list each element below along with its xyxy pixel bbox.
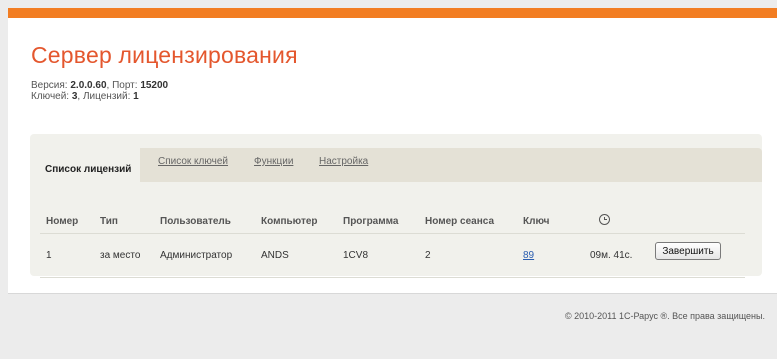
version-label: Версия: xyxy=(31,80,68,91)
tab-settings[interactable]: Настройка xyxy=(319,156,368,167)
footer-divider xyxy=(8,293,777,294)
column-header-number: Номер xyxy=(46,216,79,227)
tab-bar: Список лицензий Список ключей Функции На… xyxy=(30,144,762,182)
top-accent-bar xyxy=(8,8,777,18)
column-header-user: Пользователь xyxy=(160,216,231,227)
page-title: Сервер лицензирования xyxy=(31,42,298,68)
cell-number: 1 xyxy=(46,250,52,261)
column-header-key: Ключ xyxy=(523,216,550,227)
keys-label: Ключей: xyxy=(31,91,70,102)
cell-duration: 09м. 41с. xyxy=(590,250,633,261)
header-divider xyxy=(40,233,745,234)
cell-user: Администратор xyxy=(160,250,233,261)
column-header-program: Программа xyxy=(343,216,399,227)
column-header-computer: Компьютер xyxy=(261,216,318,227)
cell-program: 1CV8 xyxy=(343,250,369,261)
server-info-line: Версия: 2.0.0.60, Порт: 15200 xyxy=(31,80,169,91)
cell-computer: ANDS xyxy=(261,250,289,261)
clock-icon xyxy=(599,214,610,225)
cell-type: за место xyxy=(100,250,141,261)
version-value: 2.0.0.60 xyxy=(70,80,107,91)
finish-session-button[interactable]: Завершить xyxy=(655,242,721,260)
row-divider xyxy=(40,277,745,278)
tab-license-list-label: Список лицензий xyxy=(45,164,132,175)
port-value: 15200 xyxy=(140,80,169,91)
copyright-text: © 2010-2011 1С-Рарус ®. Все права защище… xyxy=(564,311,765,321)
port-label: Порт: xyxy=(112,80,138,91)
licenses-panel: Список лицензий Список ключей Функции На… xyxy=(30,134,762,278)
cell-key: 89 xyxy=(523,250,534,261)
licenses-value: 1 xyxy=(133,91,139,102)
keys-value: 3 xyxy=(71,91,78,102)
licenses-label: Лицензий: xyxy=(82,91,131,102)
main-page: Сервер лицензирования Версия: 2.0.0.60, … xyxy=(8,18,777,293)
key-link[interactable]: 89 xyxy=(523,250,534,261)
counts-info-line: Ключей: 3, Лицензий: 1 xyxy=(31,91,139,102)
column-header-session: Номер сеанса xyxy=(425,216,495,227)
tab-functions[interactable]: Функции xyxy=(254,156,293,167)
column-header-type: Тип xyxy=(100,216,118,227)
tab-license-list[interactable]: Список лицензий xyxy=(30,144,140,182)
tab-key-list[interactable]: Список ключей xyxy=(158,156,228,167)
cell-session: 2 xyxy=(425,250,431,261)
